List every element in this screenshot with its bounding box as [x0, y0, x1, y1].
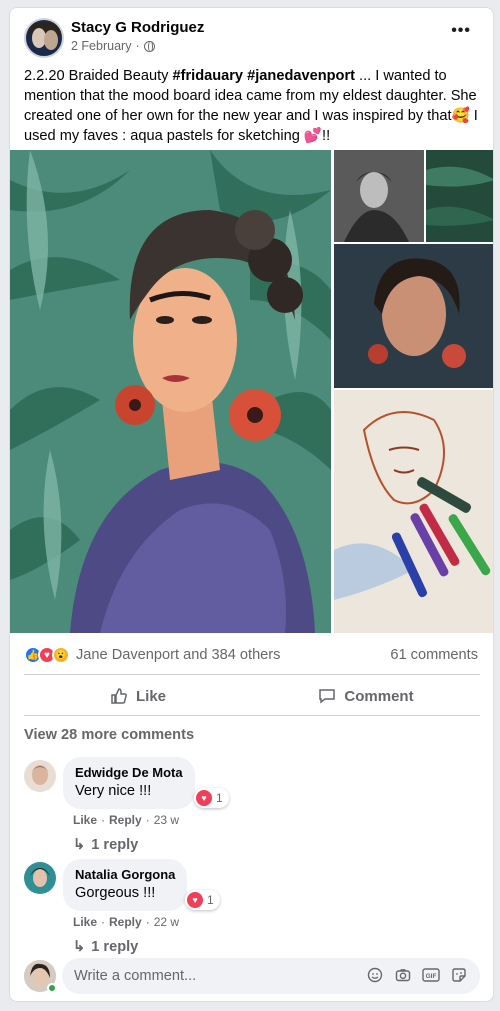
- frida-photo-illustration: [334, 150, 424, 242]
- reaction-summary[interactable]: 👍 ♥ 😮 Jane Davenport and 384 others: [24, 640, 280, 670]
- commenter-avatar[interactable]: [24, 760, 56, 792]
- leaves-photo-illustration: [426, 150, 493, 242]
- author-name[interactable]: Stacy G Rodriguez: [71, 19, 204, 36]
- comment-actions: Like · Reply · 22 w: [73, 915, 179, 929]
- view-replies-link[interactable]: ↳ 1 reply: [73, 938, 139, 956]
- post-header: Stacy G Rodriguez 2 February · •••: [10, 8, 493, 68]
- comment-actions: Like · Reply · 23 w: [73, 813, 179, 827]
- comment-text: Gorgeous !!!: [75, 885, 156, 901]
- reaction-names[interactable]: Jane Davenport and 384 others: [76, 647, 280, 663]
- comment-bubble: Edwidge De Mota Very nice !!!: [63, 757, 195, 809]
- comment-actions-separator: ·: [145, 915, 150, 929]
- love-icon: ♥: [187, 892, 203, 908]
- commenter-avatar[interactable]: [24, 862, 56, 894]
- comment-label: Comment: [344, 687, 414, 705]
- comment-count[interactable]: 61 comments: [390, 647, 478, 663]
- gif-icon[interactable]: GIF: [422, 966, 440, 984]
- view-replies-link[interactable]: ↳ 1 reply: [73, 836, 139, 854]
- comment-reply-link[interactable]: Reply: [109, 813, 142, 827]
- reply-arrow-icon: ↳: [73, 837, 86, 853]
- comment-reaction-badge[interactable]: ♥ 1: [185, 890, 220, 910]
- like-button[interactable]: Like: [24, 678, 252, 714]
- more-options-button[interactable]: •••: [451, 22, 471, 40]
- post-image-painting[interactable]: [10, 150, 331, 633]
- comment-like-link[interactable]: Like: [73, 915, 97, 929]
- replies-count: 1 reply: [91, 836, 139, 853]
- view-more-comments[interactable]: View 28 more comments: [24, 727, 194, 743]
- post-date[interactable]: 2 February: [71, 39, 131, 53]
- painting-illustration: [10, 150, 331, 633]
- hashtag-fridauary[interactable]: #fridauary: [172, 68, 243, 84]
- commenter-avatar-image: [24, 862, 56, 894]
- comment-button[interactable]: Comment: [252, 678, 480, 714]
- thumbs-up-icon: [111, 688, 127, 704]
- comment-reaction-count: 1: [207, 893, 214, 907]
- svg-text:GIF: GIF: [426, 973, 437, 980]
- action-bar: Like Comment: [24, 678, 480, 714]
- comment-actions-separator: ·: [101, 915, 106, 929]
- divider: [24, 674, 480, 675]
- moodboard-photo-model[interactable]: [334, 244, 493, 388]
- post-text: 2.2.20 Braided Beauty #fridauary #janeda…: [24, 66, 484, 146]
- post-card: Stacy G Rodriguez 2 February · ••• 2.2.2…: [9, 7, 494, 1002]
- wow-icon: 😮: [52, 646, 70, 664]
- camera-icon[interactable]: [394, 966, 412, 984]
- emoji-icon[interactable]: [366, 966, 384, 984]
- like-label: Like: [135, 687, 166, 705]
- comment-input-tools: GIF: [366, 966, 468, 984]
- moodboard-photo-sketch[interactable]: [334, 390, 493, 633]
- replies-count: 1 reply: [91, 938, 139, 955]
- meta-separator: ·: [135, 39, 140, 53]
- comment-time[interactable]: 23 w: [154, 813, 179, 827]
- comment-text: Very nice !!!: [75, 783, 152, 799]
- model-photo-illustration: [334, 244, 493, 388]
- moodboard-photo-leaves[interactable]: [426, 150, 493, 242]
- comment-icon: [319, 689, 336, 704]
- hashtag-janedavenport[interactable]: #janedavenport: [247, 68, 355, 84]
- post-meta: 2 February ·: [71, 39, 155, 53]
- comment-actions-separator: ·: [101, 813, 106, 827]
- author-avatar[interactable]: [24, 18, 64, 58]
- post-text-prefix: 2.2.20 Braided Beauty: [24, 68, 173, 84]
- comment-reaction-count: 1: [216, 791, 223, 805]
- comment-time[interactable]: 22 w: [154, 915, 179, 929]
- divider: [24, 715, 480, 716]
- sketch-photo-illustration: [334, 390, 493, 633]
- commenter-name[interactable]: Natalia Gorgona: [75, 867, 175, 883]
- comment-reaction-badge[interactable]: ♥ 1: [194, 788, 229, 808]
- online-status-dot: [47, 983, 57, 993]
- moodboard-photo-frida[interactable]: [334, 150, 424, 242]
- comment-reply-link[interactable]: Reply: [109, 915, 142, 929]
- write-comment-row: GIF: [24, 958, 480, 994]
- comment-like-link[interactable]: Like: [73, 813, 97, 827]
- reply-arrow-icon: ↳: [73, 939, 86, 955]
- sticker-icon[interactable]: [450, 966, 468, 984]
- comment-actions-separator: ·: [145, 813, 150, 827]
- commenter-avatar-image: [24, 760, 56, 792]
- comment-bubble: Natalia Gorgona Gorgeous !!!: [63, 859, 188, 911]
- love-icon: ♥: [196, 790, 212, 806]
- commenter-name[interactable]: Edwidge De Mota: [75, 765, 183, 781]
- globe-icon: [143, 40, 155, 52]
